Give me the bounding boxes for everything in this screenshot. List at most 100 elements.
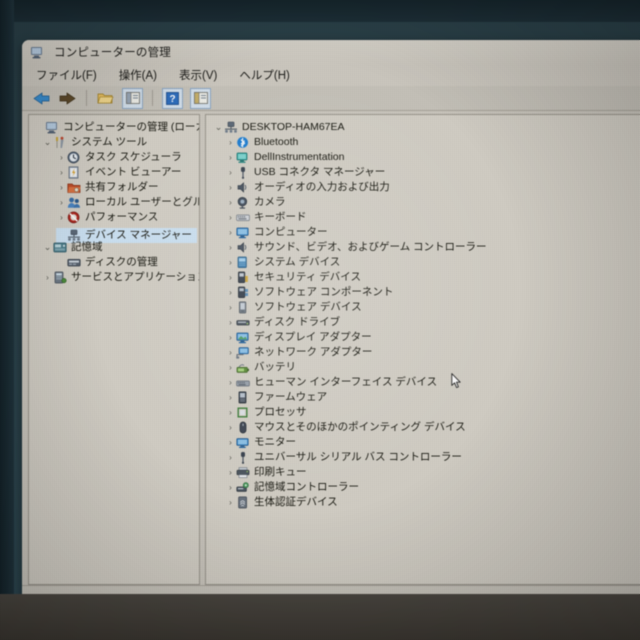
sidebar-item-event-viewer[interactable]: › イベント ビューアー [34,165,199,180]
window-title: コンピューターの管理 [54,47,171,59]
device-node-display-adapters[interactable]: › ディスプレイ アダプター [211,330,640,345]
device-node-storage-controllers[interactable]: › 記憶域コントローラー [211,480,640,495]
sidebar-item-performance[interactable]: › パフォーマンス [34,210,199,225]
device-node-software-devices[interactable]: › ソフトウェア デバイス [211,300,640,315]
device-node-batteries[interactable]: › バッテリ [211,360,640,375]
chevron-right-icon[interactable]: › [225,375,236,390]
chevron-right-icon[interactable]: › [42,270,53,285]
chevron-right-icon[interactable]: › [225,225,236,240]
chevron-right-icon[interactable]: › [225,150,236,165]
device-node-monitors[interactable]: › モニター [211,435,640,450]
device-node-mice-pointing-devices[interactable]: › マウスとそのほかのポインティング デバイス [211,420,640,435]
chevron-right-icon[interactable]: › [56,150,67,165]
chevron-right-icon[interactable]: › [225,390,236,405]
menu-action[interactable]: 操作(A) [117,66,159,84]
chevron-right-icon[interactable]: › [56,210,67,225]
back-arrow-icon[interactable] [32,89,51,108]
device-node-usb-connector-manager[interactable]: › USB コネクタ マネージャー [211,165,640,180]
device-node-label: オーディオの入力および出力 [254,181,390,193]
device-node-usb-controllers[interactable]: › ユニバーサル シリアル バス コントローラー [211,450,640,465]
device-node-label: バッテリ [254,361,296,373]
chevron-right-icon[interactable]: › [225,345,236,360]
chevron-right-icon[interactable]: › [225,360,236,375]
chevron-right-icon[interactable]: › [225,420,236,435]
sidebar-item-system-tools[interactable]: ⌄ システム ツール [34,135,199,150]
up-folder-icon[interactable] [96,89,115,108]
chevron-right-icon[interactable]: › [225,270,236,285]
device-node-network-adapters[interactable]: › ネットワーク アダプター [211,345,640,360]
sidebar-item-services-applications[interactable]: › サービスとアプリケーション [34,270,199,285]
chevron-right-icon[interactable]: › [225,465,236,480]
window-titlebar[interactable]: コンピューターの管理 [22,40,640,64]
device-node-computer[interactable]: › コンピューター [211,225,640,240]
chevron-right-icon[interactable]: › [225,495,236,510]
device-node-firmware[interactable]: › ファームウェア [211,390,640,405]
chevron-right-icon[interactable]: › [225,240,236,255]
chevron-right-icon[interactable]: › [225,180,236,195]
device-node-print-queues[interactable]: › 印刷キュー [211,465,640,480]
properties-icon[interactable] [190,87,211,109]
chevron-down-icon[interactable]: ⌄ [42,240,53,255]
chevron-right-icon[interactable]: › [225,195,236,210]
chevron-right-icon[interactable]: › [225,480,236,495]
menu-view[interactable]: 表示(V) [177,66,219,84]
chevron-right-icon[interactable]: › [225,300,236,315]
performance-icon [67,211,81,224]
chevron-right-icon[interactable]: › [225,435,236,450]
chevron-right-icon[interactable]: › [225,255,236,270]
device-node-sound-video-game-controllers[interactable]: › サウンド、ビデオ、およびゲーム コントローラー [211,240,640,255]
device-node-system-devices[interactable]: › システム デバイス [211,255,640,270]
show-hide-console-tree-icon[interactable] [122,87,143,109]
chevron-down-icon[interactable]: ⌄ [213,120,224,135]
device-node-bluetooth[interactable]: › Bluetooth [211,135,640,150]
device-node-processors[interactable]: › プロセッサ [211,405,640,420]
device-node-software-components[interactable]: › ソフトウェア コンポーネント [211,285,640,300]
print-queue-icon [236,466,250,479]
computer-management-icon [45,121,59,134]
sidebar-item-label: イベント ビューアー [85,166,182,178]
menu-file[interactable]: ファイル(F) [34,66,99,84]
chevron-right-icon[interactable]: › [56,165,67,180]
sidebar-item-local-users-groups[interactable]: › ローカル ユーザーとグループ [34,195,199,210]
svg-text:?: ? [169,94,175,105]
device-node-label: プロセッサ [254,406,307,418]
sidebar-item-disk-management[interactable]: › ディスクの管理 [34,255,199,270]
menu-help[interactable]: ヘルプ(H) [237,66,291,84]
device-node-biometric-devices[interactable]: › 生体認証デバイス [211,495,640,510]
sidebar-item-shared-folders[interactable]: › 共有フォルダー [34,180,199,195]
chevron-right-icon[interactable]: › [56,180,67,195]
tree-root-label: コンピューターの管理 (ローカル) [63,121,199,133]
chevron-down-icon[interactable]: ⌄ [42,135,53,150]
device-node-audio-io[interactable]: › オーディオの入力および出力 [211,180,640,195]
help-icon[interactable]: ? [162,87,183,109]
device-node-human-interface-devices[interactable]: › ヒューマン インターフェイス デバイス [211,375,640,390]
device-tree: ⌄ DESKTOP-HAM67EA › Bluetooth › DellInst… [206,115,640,510]
chevron-right-icon[interactable]: › [225,405,236,420]
forward-arrow-icon[interactable] [58,89,77,108]
device-node-dellinstrumentation[interactable]: › DellInstrumentation [211,150,640,165]
device-node-keyboard[interactable]: › キーボード [211,210,640,225]
device-node-camera[interactable]: › カメラ [211,195,640,210]
dell-instrumentation-icon [236,151,250,164]
device-node-disk-drives[interactable]: › ディスク ドライブ [211,315,640,330]
computer-monitor-icon [236,226,250,239]
chevron-right-icon[interactable]: › [225,315,236,330]
screen-photo: コンピューターの管理 ファイル(F) 操作(A) 表示(V) ヘルプ(H) ? … [0,0,640,640]
chevron-right-icon[interactable]: › [225,135,236,150]
chevron-right-icon[interactable]: › [225,165,236,180]
menubar: ファイル(F) 操作(A) 表示(V) ヘルプ(H) [22,64,640,86]
sidebar-item-task-scheduler[interactable]: › タスク スケジューラ [34,150,199,165]
device-node-security-devices[interactable]: › セキュリティ デバイス [211,270,640,285]
device-node-label: モニター [254,436,296,448]
storage-controller-icon [236,481,250,494]
system-device-icon [236,256,250,269]
chevron-right-icon[interactable]: › [225,450,236,465]
tree-root-computer-management[interactable]: › コンピューターの管理 (ローカル) [34,120,199,135]
device-tree-root[interactable]: ⌄ DESKTOP-HAM67EA [211,120,640,135]
device-manager-pane[interactable]: ⌄ DESKTOP-HAM67EA › Bluetooth › DellInst… [205,114,640,585]
chevron-right-icon[interactable]: › [225,210,236,225]
chevron-right-icon[interactable]: › [225,330,236,345]
chevron-right-icon[interactable]: › [56,195,67,210]
console-tree-pane[interactable]: › コンピューターの管理 (ローカル) [28,114,200,585]
chevron-right-icon[interactable]: › [225,285,236,300]
